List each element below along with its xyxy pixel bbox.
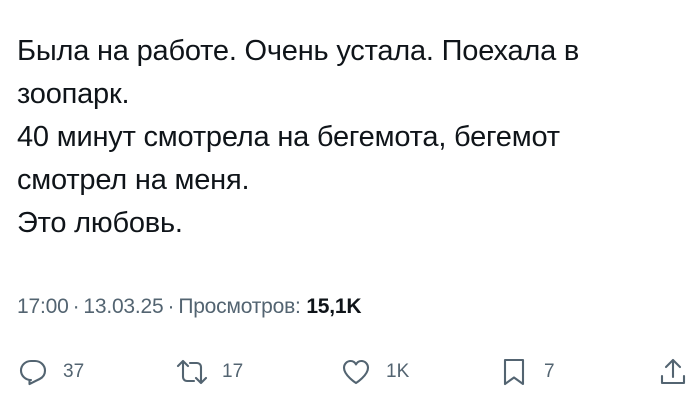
views-label: Просмотров: — [178, 295, 301, 318]
tweet-time[interactable]: 17:00 — [17, 295, 69, 318]
meta-separator: · — [72, 295, 80, 318]
bookmark-count: 7 — [544, 361, 555, 382]
share-icon — [660, 358, 686, 385]
reply-icon — [19, 359, 47, 386]
tweet-text-line: Это любовь. — [17, 207, 183, 239]
tweet-text-line: зоопарк. — [17, 78, 130, 110]
heart-icon — [342, 359, 370, 385]
tweet-text: Была на работе. Очень устала. Поехала в … — [17, 30, 687, 245]
tweet-meta: 17:00 · 13.03.25 · Просмотров: 15,1K — [17, 292, 362, 322]
action-bar: 37 17 1K 7 — [0, 352, 700, 392]
tweet-date[interactable]: 13.03.25 — [83, 295, 163, 318]
retweet-icon — [176, 359, 208, 385]
meta-separator: · — [167, 295, 175, 318]
like-count: 1K — [386, 361, 410, 382]
bookmark-icon — [503, 358, 525, 386]
bookmark-button[interactable]: 7 — [498, 352, 555, 392]
tweet-text-line: смотрел на меня. — [17, 164, 250, 196]
retweet-button[interactable]: 17 — [176, 352, 243, 392]
reply-button[interactable]: 37 — [17, 352, 84, 392]
tweet-text-line: Была на работе. Очень устала. Поехала в — [17, 35, 580, 67]
views-count[interactable]: 15,1K — [306, 295, 361, 318]
retweet-count: 17 — [222, 361, 244, 382]
like-button[interactable]: 1K — [340, 352, 409, 392]
share-button[interactable] — [657, 352, 689, 392]
tweet-text-line: 40 минут смотрела на бегемота, бегемот — [17, 121, 560, 153]
reply-count: 37 — [63, 361, 85, 382]
